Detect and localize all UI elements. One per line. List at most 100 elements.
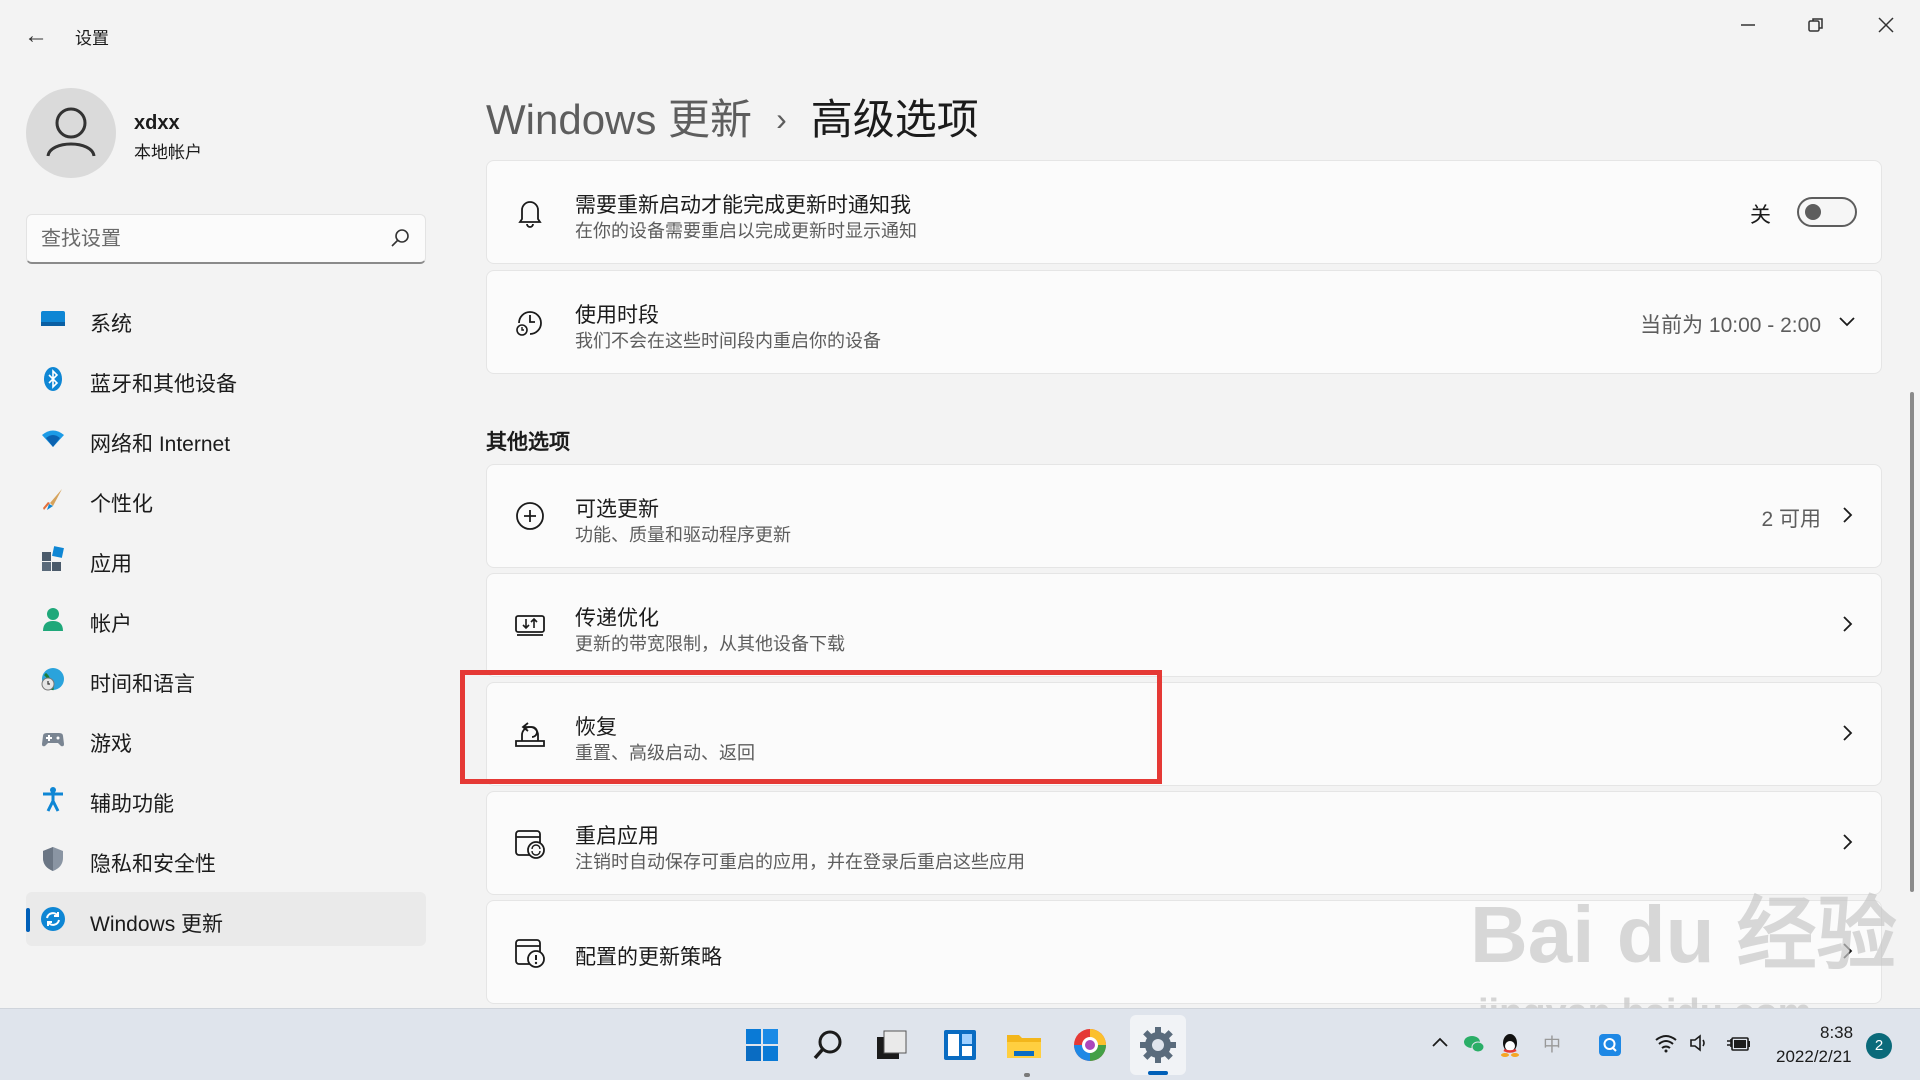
- app-q-icon[interactable]: [1598, 1033, 1622, 1057]
- sidebar-item-label: 时间和语言: [90, 673, 195, 696]
- user-icon: [46, 107, 96, 157]
- clock-time[interactable]: 8:38: [1820, 1023, 1853, 1043]
- delivery-optimization-card[interactable]: 传递优化 更新的带宽限制，从其他设备下载: [486, 573, 1882, 677]
- clock-date[interactable]: 2022/2/21: [1776, 1047, 1852, 1067]
- task-view-icon[interactable]: [872, 1025, 912, 1065]
- sidebar-item-network[interactable]: 网络和 Internet: [26, 412, 426, 466]
- sidebar-item-gaming[interactable]: 游戏: [26, 712, 426, 766]
- active-hours-icon: [516, 311, 542, 336]
- account-type: 本地帐户: [134, 143, 202, 162]
- chevron-down-icon[interactable]: [1837, 309, 1857, 333]
- app-title: 设置: [75, 29, 109, 48]
- sidebar-item-label: 个性化: [90, 493, 153, 516]
- sidebar-item-label: 蓝牙和其他设备: [90, 373, 237, 396]
- active-hours-value: 当前为 10:00 - 2:00: [1640, 314, 1821, 337]
- globe-clock-icon: [41, 668, 64, 691]
- chevron-up-icon[interactable]: [1428, 1033, 1452, 1057]
- card-subtitle: 更新的带宽限制，从其他设备下载: [575, 634, 845, 654]
- sidebar-item-time-language[interactable]: 时间和语言: [26, 652, 426, 706]
- sidebar-item-label: 游戏: [90, 733, 132, 756]
- avatar[interactable]: [26, 88, 116, 178]
- bell-icon: [518, 201, 542, 228]
- sidebar-item-accessibility[interactable]: 辅助功能: [26, 772, 426, 826]
- chevron-right-icon: [1843, 507, 1853, 523]
- battery-icon[interactable]: [1726, 1033, 1750, 1057]
- search-icon[interactable]: [389, 227, 411, 249]
- minimize-icon: [1741, 24, 1755, 26]
- bluetooth-icon: [44, 367, 62, 391]
- scrollbar[interactable]: [1910, 392, 1914, 892]
- back-arrow-icon[interactable]: ←: [20, 20, 52, 52]
- active-hours-card[interactable]: 使用时段 我们不会在这些时间段内重启你的设备 当前为 10:00 - 2:00: [486, 270, 1882, 374]
- wifi-icon[interactable]: [1654, 1033, 1678, 1057]
- settings-gear-icon[interactable]: [1138, 1025, 1178, 1065]
- sidebar-item-apps[interactable]: 应用: [26, 532, 426, 586]
- sidebar-item-personalization[interactable]: 个性化: [26, 472, 426, 526]
- volume-glyph: [1690, 1034, 1705, 1052]
- search-icon[interactable]: [808, 1025, 848, 1065]
- ime-icon[interactable]: 中: [1540, 1033, 1564, 1057]
- baidu-watermark-logo: Bai du 经验: [1470, 890, 1897, 979]
- card-title: 重启应用: [575, 825, 659, 848]
- qq-glyph: [1501, 1034, 1519, 1057]
- close-icon: [1878, 17, 1894, 33]
- breadcrumb-parent[interactable]: Windows 更新: [486, 96, 752, 143]
- account-icon: [43, 608, 63, 631]
- card-title: 传递优化: [575, 607, 659, 630]
- sidebar-item-label: 系统: [90, 313, 132, 336]
- browser-icon[interactable]: [1070, 1025, 1110, 1065]
- search-box[interactable]: [26, 214, 426, 264]
- page-title: 高级选项: [810, 96, 979, 143]
- minimize-button[interactable]: [1718, 8, 1778, 48]
- notify-restart-toggle[interactable]: [1797, 197, 1857, 227]
- card-subtitle: 注销时自动保存可重启的应用，并在登录后重启这些应用: [575, 852, 1025, 872]
- notify-restart-card: 需要重新启动才能完成更新时通知我 在你的设备需要重启以完成更新时显示通知 关: [486, 160, 1882, 264]
- qq-icon[interactable]: [1498, 1033, 1522, 1057]
- card-subtitle: 功能、质量和驱动程序更新: [575, 525, 791, 545]
- card-title: 需要重新启动才能完成更新时通知我: [575, 194, 911, 217]
- annotation-highlight: [460, 670, 1162, 784]
- sidebar-item-label: Windows 更新: [90, 913, 224, 936]
- running-app-indicator: [1024, 1073, 1030, 1077]
- widgets-icon[interactable]: [940, 1025, 980, 1065]
- wechat-icon[interactable]: [1462, 1033, 1486, 1057]
- card-subtitle: 在你的设备需要重启以完成更新时显示通知: [575, 221, 917, 241]
- sidebar-item-label: 帐户: [90, 613, 132, 636]
- file-explorer-icon[interactable]: [1004, 1025, 1044, 1065]
- policy-icon: [515, 939, 545, 968]
- restore-button[interactable]: [1786, 8, 1846, 48]
- optional-updates-card[interactable]: 可选更新 功能、质量和驱动程序更新 2 可用: [486, 464, 1882, 568]
- chevron-right-icon: [1843, 616, 1853, 632]
- brush-icon: [43, 489, 62, 510]
- search-input[interactable]: [41, 225, 381, 253]
- chevron-up-glyph: [1432, 1037, 1448, 1047]
- sidebar-item-bluetooth[interactable]: 蓝牙和其他设备: [26, 352, 426, 406]
- apps-icon: [42, 546, 64, 571]
- app-q-glyph: [1599, 1034, 1621, 1056]
- user-name: xdxx: [134, 112, 180, 134]
- close-button[interactable]: [1856, 8, 1916, 48]
- sidebar-item-accounts[interactable]: 帐户: [26, 592, 426, 646]
- wechat-glyph: [1464, 1036, 1485, 1053]
- card-title: 使用时段: [575, 304, 659, 327]
- card-title: 配置的更新策略: [575, 946, 722, 969]
- title-bar: ← 设置: [0, 0, 1920, 72]
- wifi-icon: [42, 430, 64, 447]
- sidebar-item-label: 应用: [90, 553, 132, 576]
- breadcrumb-separator: ›: [776, 101, 787, 137]
- accessibility-icon: [43, 787, 63, 812]
- notification-badge[interactable]: 2: [1866, 1033, 1892, 1059]
- sidebar-item-system[interactable]: 系统: [26, 292, 426, 346]
- card-title: 可选更新: [575, 498, 659, 521]
- section-title: 其他选项: [486, 431, 570, 454]
- sidebar-item-privacy-security[interactable]: 隐私和安全性: [26, 832, 426, 886]
- sidebar-item-windows-update[interactable]: Windows 更新: [26, 892, 426, 946]
- volume-icon[interactable]: [1688, 1033, 1712, 1057]
- windows-update-icon: [41, 907, 65, 931]
- gamepad-icon: [42, 733, 64, 747]
- windows-start-icon[interactable]: [742, 1025, 782, 1065]
- sidebar-item-label: 隐私和安全性: [90, 853, 216, 876]
- battery-glyph: [1727, 1037, 1750, 1051]
- active-app-indicator: [1148, 1071, 1168, 1075]
- delivery-optimization-icon: [515, 615, 545, 636]
